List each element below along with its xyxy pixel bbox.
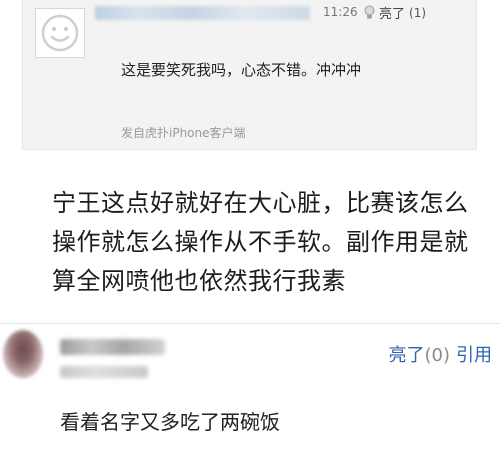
blurred-username [60,339,165,355]
like-button[interactable]: 亮了(0) [389,341,451,367]
divider [0,323,500,324]
default-avatar-icon[interactable] [35,8,85,58]
like-button[interactable]: 亮了 (1) [363,3,426,22]
like-label: 亮了 [379,7,406,22]
lightbulb-icon [364,5,375,19]
forum-screenshot: 11:26 亮了 (1) 这是要笑死我吗，心态不错。冲冲冲 发自虎扑iPhone… [0,0,500,450]
user-avatar[interactable] [3,330,43,378]
blurred-username [95,6,310,20]
comment-text: 看着名字又多吃了两碗饭 [60,410,280,434]
quoted-comment-card: 11:26 亮了 (1) 这是要笑死我吗，心态不错。冲冲冲 发自虎扑iPhone… [22,0,477,150]
article-caption: 宁王这点好就好在大心脏，比赛该怎么操作就怎么操作从不手软。副作用是就算全网喷他也… [52,189,469,295]
like-count: (0) [424,345,451,366]
quoted-comment-text: 这是要笑死我吗，心态不错。冲冲冲 [121,61,362,79]
comment-time: 11:26 [323,5,358,19]
like-count: (1) [409,5,427,20]
like-label: 亮了 [388,345,425,366]
blurred-timestamp [60,366,148,378]
quote-reply-button[interactable]: 引用 [456,341,492,367]
comment-source: 发自虎扑iPhone客户端 [121,126,246,140]
comment-actions: 亮了(0) 引用 [389,341,493,367]
